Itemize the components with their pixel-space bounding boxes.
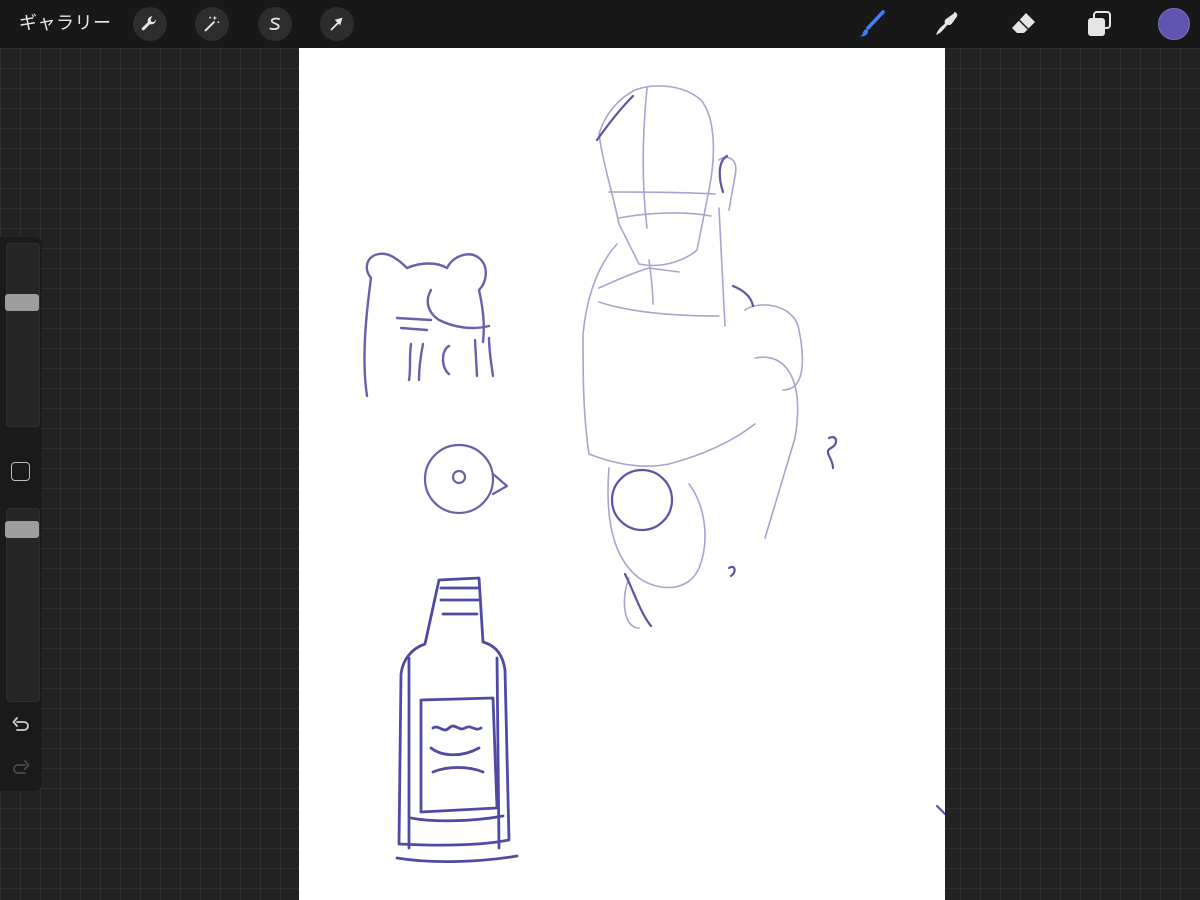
brush-size-slider[interactable]: [5, 243, 40, 427]
undo-arrow-icon: [12, 717, 29, 731]
layers-button[interactable]: [1082, 8, 1116, 40]
opacity-slider[interactable]: [5, 508, 40, 702]
eraser-icon: [1012, 13, 1035, 33]
color-picker-button[interactable]: [1158, 8, 1190, 40]
figure-accents: [595, 94, 945, 816]
top-toolbar: ギャラリー: [0, 0, 1200, 48]
square-outline-icon[interactable]: [11, 462, 30, 481]
redo-arrow-icon: [13, 760, 30, 774]
sketch-artwork: [363, 85, 945, 864]
eraser-tool-button[interactable]: [1006, 8, 1040, 40]
arrow-cursor-icon: [330, 17, 343, 31]
smudge-finger-icon: [936, 12, 958, 35]
transform-button[interactable]: [320, 7, 354, 41]
selection-s-icon: [269, 17, 281, 30]
gallery-button[interactable]: ギャラリー: [19, 10, 112, 38]
opacity-handle[interactable]: [5, 521, 39, 538]
bear-sketch: [363, 252, 495, 398]
eye-sketch: [423, 443, 509, 515]
undo-button[interactable]: [9, 715, 33, 739]
figure-sketch: [582, 85, 804, 629]
brush-icon: [859, 10, 885, 37]
left-sidebar: [0, 237, 42, 791]
wrench-icon: [141, 16, 156, 31]
magic-wand-icon: [204, 15, 220, 32]
bottle-sketch: [395, 576, 519, 864]
selection-button[interactable]: [258, 7, 292, 41]
redo-button[interactable]: [9, 758, 33, 782]
drawing-canvas[interactable]: [299, 48, 945, 900]
layers-icon: [1088, 11, 1111, 36]
brush-tool-button[interactable]: [855, 8, 889, 40]
smudge-tool-button[interactable]: [930, 8, 964, 40]
actions-button[interactable]: [133, 7, 167, 41]
brush-size-handle[interactable]: [5, 294, 39, 311]
procreate-app: ギャラリー: [0, 0, 1200, 900]
adjustments-button[interactable]: [195, 7, 229, 41]
